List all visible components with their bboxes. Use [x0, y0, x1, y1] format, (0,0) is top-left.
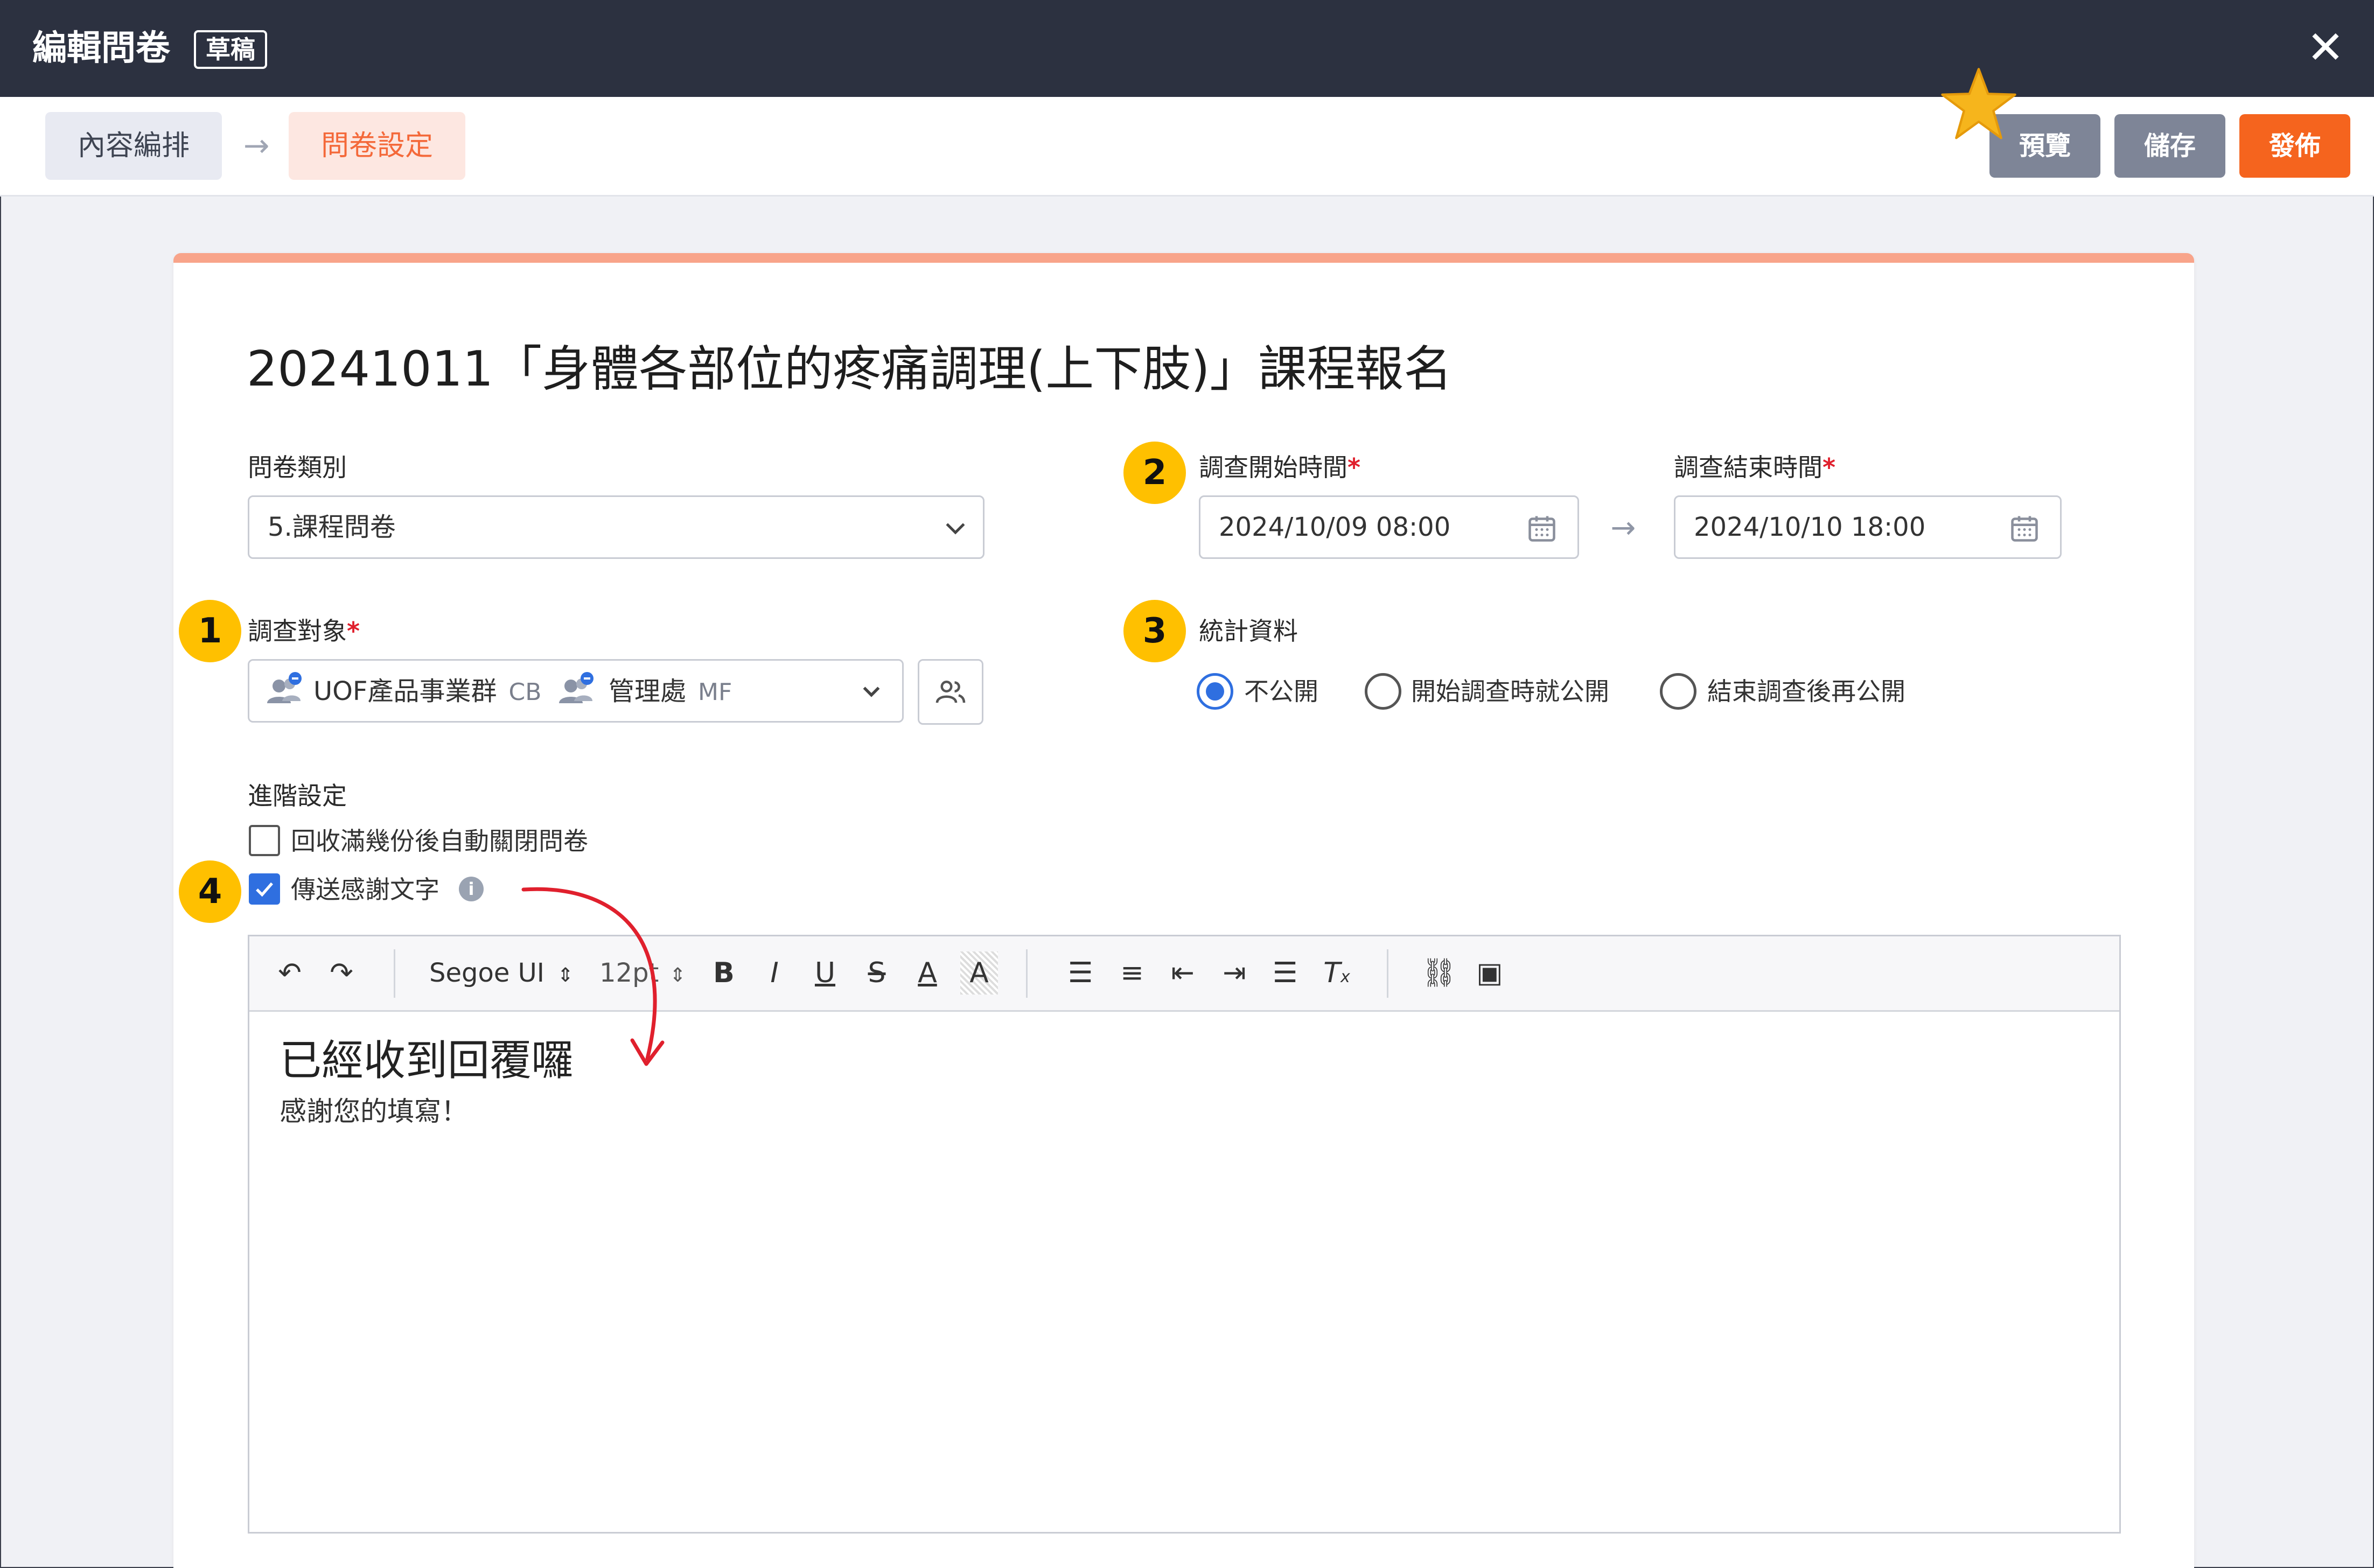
radio-not-public[interactable] — [1197, 673, 1233, 710]
chevron-down-icon — [946, 523, 965, 535]
ordered-list-icon[interactable]: ☰ — [1062, 951, 1099, 995]
toolbar-divider — [1026, 949, 1028, 998]
target-chip-1: UOF產品事業群 CB — [313, 676, 542, 706]
date-range-arrow-icon: → — [1610, 510, 1636, 545]
auto-close-label: 回收滿幾份後自動關閉問卷 — [291, 827, 588, 856]
publish-button[interactable]: 發佈 — [2239, 114, 2350, 178]
start-time-value: 2024/10/09 08:00 — [1219, 512, 1451, 542]
annotation-badge-3: 3 — [1123, 600, 1186, 662]
draft-badge: 草稿 — [194, 30, 267, 69]
category-value: 5.課程問卷 — [268, 512, 396, 542]
end-time-label: 調查結束時間* — [1674, 453, 1836, 482]
align-icon[interactable]: ☰ — [1266, 951, 1304, 995]
select-users-button[interactable] — [918, 659, 983, 725]
target-chip-2: 管理處 MF — [609, 676, 732, 706]
unordered-list-icon[interactable]: ≡ — [1113, 951, 1151, 995]
text-color-icon[interactable]: A — [909, 951, 946, 995]
dialog-title: 編輯問卷 — [32, 29, 170, 68]
highlight-color-icon[interactable]: A — [960, 951, 998, 995]
step-content-layout[interactable]: 內容編排 — [45, 112, 222, 180]
step-survey-settings[interactable]: 問卷設定 — [289, 112, 465, 180]
users-icon — [935, 681, 966, 703]
annotation-arrow-icon — [521, 887, 665, 1066]
image-icon[interactable]: ▣ — [1471, 951, 1509, 995]
radio-label-public-after-end: 結束調查後再公開 — [1707, 677, 1905, 706]
toolbar-divider — [1387, 949, 1388, 998]
radio-label-not-public: 不公開 — [1244, 677, 1318, 706]
survey-title: 20241011「身體各部位的疼痛調理(上下肢)」課程報名 — [247, 341, 1453, 397]
advanced-settings-label: 進階設定 — [248, 781, 347, 810]
info-icon[interactable]: i — [459, 877, 484, 901]
group-icon — [559, 672, 594, 703]
radio-label-public-at-start: 開始調查時就公開 — [1411, 677, 1609, 706]
strikethrough-icon[interactable]: S — [858, 951, 896, 995]
underline-icon[interactable]: U — [806, 951, 844, 995]
indent-icon[interactable]: ⇥ — [1216, 951, 1253, 995]
dialog-header: 編輯問卷 草稿 ✕ — [0, 0, 2374, 97]
editor-body-text[interactable]: 感謝您的填寫！ — [280, 1093, 468, 1130]
thank-you-label: 傳送感謝文字 — [291, 875, 439, 904]
star-icon — [1941, 68, 2016, 139]
step-arrow-icon: → — [243, 127, 270, 164]
checkmark-icon — [256, 882, 273, 897]
calendar-icon[interactable] — [2008, 511, 2041, 545]
step-toolbar: 內容編排 → 問卷設定 預覽 儲存 發佈 — [0, 97, 2374, 197]
annotation-badge-4: 4 — [179, 860, 241, 923]
target-label: 調查對象* — [248, 617, 360, 646]
bold-icon[interactable]: B — [705, 951, 743, 995]
calendar-icon[interactable] — [1526, 511, 1558, 545]
category-label: 問卷類別 — [248, 453, 347, 482]
start-time-label: 調查開始時間* — [1199, 453, 1361, 482]
clear-format-icon[interactable]: Tx — [1318, 951, 1356, 995]
radio-public-after-end[interactable] — [1660, 673, 1696, 710]
annotation-badge-1: 1 — [179, 600, 241, 662]
start-time-input[interactable]: 2024/10/09 08:00 — [1199, 495, 1579, 559]
link-icon[interactable]: ⛓ — [1420, 951, 1458, 995]
radio-public-at-start[interactable] — [1365, 673, 1401, 710]
redo-icon[interactable]: ↷ — [323, 951, 360, 995]
end-time-value: 2024/10/10 18:00 — [1694, 512, 1926, 542]
thank-you-checkbox[interactable] — [249, 873, 280, 905]
end-time-input[interactable]: 2024/10/10 18:00 — [1674, 495, 2062, 559]
group-icon — [267, 672, 302, 703]
category-select[interactable]: 5.課程問卷 — [248, 495, 984, 559]
chevron-down-icon — [863, 687, 880, 697]
undo-icon[interactable]: ↶ — [271, 951, 309, 995]
close-icon[interactable]: ✕ — [2303, 25, 2348, 70]
outdent-icon[interactable]: ⇤ — [1164, 951, 1202, 995]
toolbar-divider — [394, 949, 395, 998]
italic-icon[interactable]: I — [756, 951, 793, 995]
auto-close-checkbox[interactable] — [249, 825, 280, 856]
save-button[interactable]: 儲存 — [2114, 114, 2225, 178]
statistics-label: 統計資料 — [1199, 617, 1298, 646]
annotation-badge-2: 2 — [1123, 442, 1186, 504]
